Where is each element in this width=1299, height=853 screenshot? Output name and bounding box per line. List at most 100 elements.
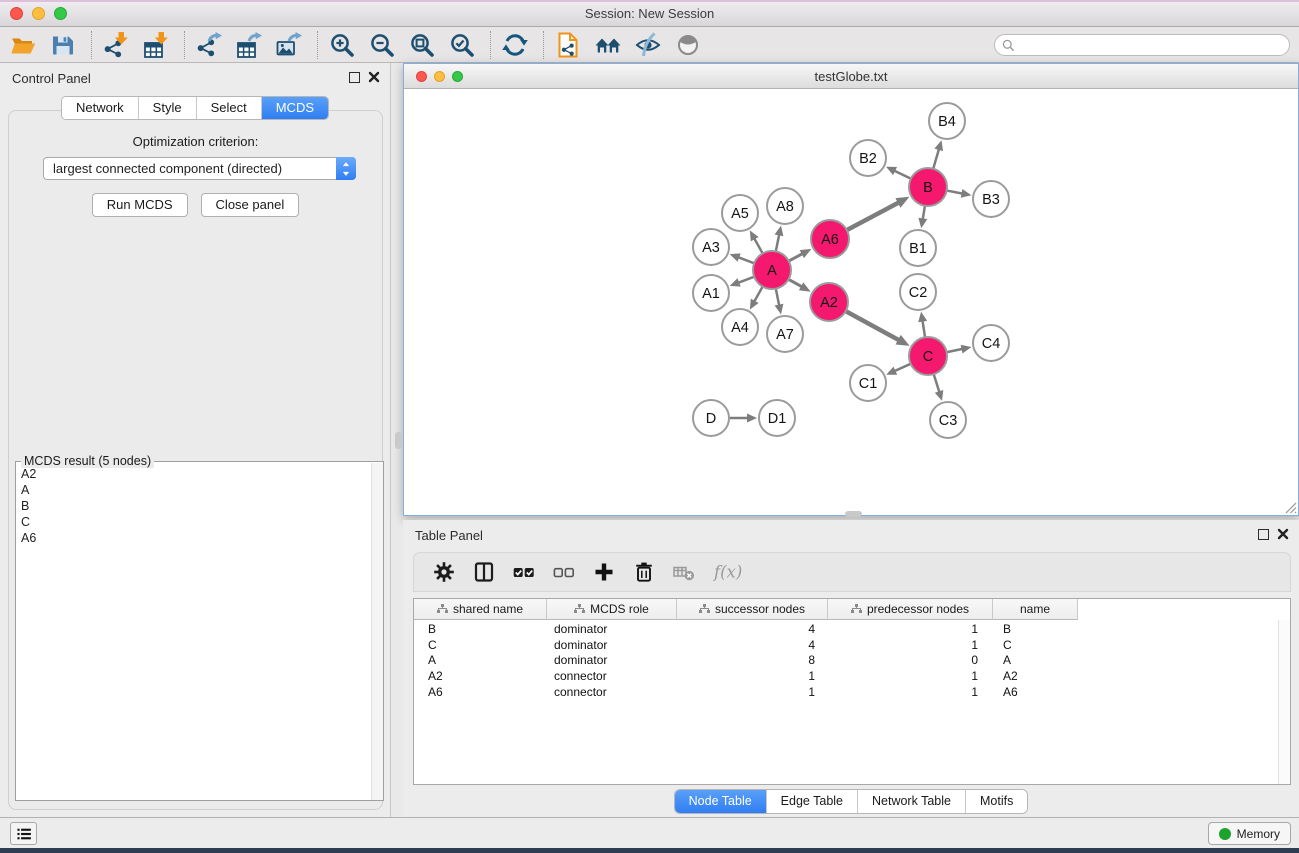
cell-predecessor-nodes[interactable]: 0 xyxy=(828,653,993,667)
cell-predecessor-nodes[interactable]: 1 xyxy=(828,638,993,652)
save-session-button[interactable] xyxy=(49,31,76,58)
mdi-horizontal-scrollbar[interactable] xyxy=(845,511,862,517)
graph-node-A5[interactable]: A5 xyxy=(722,195,758,231)
export-image-button[interactable] xyxy=(275,31,302,58)
graph-node-C[interactable]: C xyxy=(909,337,947,375)
cell-shared-name[interactable]: B xyxy=(414,622,547,636)
tab-node-table[interactable]: Node Table xyxy=(675,790,767,813)
tab-network[interactable]: Network xyxy=(62,97,139,119)
open-file-button[interactable] xyxy=(9,31,36,58)
graph-node-C1[interactable]: C1 xyxy=(850,365,886,401)
graph-node-A6[interactable]: A6 xyxy=(811,220,849,258)
cell-successor-nodes[interactable]: 4 xyxy=(677,638,828,652)
graph-node-A[interactable]: A xyxy=(753,251,791,289)
criterion-dropdown[interactable]: largest connected component (directed) xyxy=(43,157,356,180)
cell-predecessor-nodes[interactable]: 1 xyxy=(828,622,993,636)
column-header-MCDS-role[interactable]: MCDS role xyxy=(547,599,677,620)
table-row[interactable]: A6connector11A6 xyxy=(414,684,1278,700)
cell-name[interactable]: B xyxy=(993,622,1078,636)
graph-node-C2[interactable]: C2 xyxy=(900,274,936,310)
cell-MCDS-role[interactable]: dominator xyxy=(547,638,677,652)
run-mcds-button[interactable]: Run MCDS xyxy=(92,193,188,217)
tab-motifs[interactable]: Motifs xyxy=(966,790,1027,813)
cell-MCDS-role[interactable]: connector xyxy=(547,685,677,699)
graph-node-A3[interactable]: A3 xyxy=(693,229,729,265)
table-settings-button[interactable] xyxy=(432,561,455,584)
float-panel-icon[interactable] xyxy=(349,72,360,83)
zoom-fit-button[interactable] xyxy=(408,31,435,58)
close-panel-icon[interactable] xyxy=(368,71,380,83)
select-all-checkbox-button[interactable] xyxy=(512,561,535,584)
mcds-result-list[interactable]: A2ABCA6 xyxy=(16,463,371,800)
tab-style[interactable]: Style xyxy=(139,97,197,119)
split-view-button[interactable] xyxy=(472,561,495,584)
graph-node-D[interactable]: D xyxy=(693,400,729,436)
deselect-all-checkbox-button[interactable] xyxy=(552,561,575,584)
network-file-button[interactable] xyxy=(554,31,581,58)
graph-node-A4[interactable]: A4 xyxy=(722,309,758,345)
close-panel-button[interactable]: Close panel xyxy=(201,193,300,217)
show-graphics-details-button[interactable] xyxy=(674,31,701,58)
import-table-button[interactable] xyxy=(142,31,169,58)
mcds-result-item[interactable]: A xyxy=(21,482,371,498)
cell-predecessor-nodes[interactable]: 1 xyxy=(828,685,993,699)
cell-name[interactable]: A xyxy=(993,653,1078,667)
mdi-vertical-scrollbar[interactable] xyxy=(395,432,402,449)
table-row[interactable]: Cdominator41C xyxy=(414,637,1278,653)
graph-node-B[interactable]: B xyxy=(909,168,947,206)
column-header-shared-name[interactable]: shared name xyxy=(414,599,547,620)
cell-shared-name[interactable]: A6 xyxy=(414,685,547,699)
mcds-result-item[interactable]: A6 xyxy=(21,530,371,546)
tab-select[interactable]: Select xyxy=(197,97,262,119)
cell-successor-nodes[interactable]: 1 xyxy=(677,685,828,699)
graph-node-D1[interactable]: D1 xyxy=(759,400,795,436)
export-table-button[interactable] xyxy=(235,31,262,58)
export-network-button[interactable] xyxy=(195,31,222,58)
search-input[interactable] xyxy=(1015,36,1289,54)
task-history-button[interactable] xyxy=(10,822,37,845)
cell-shared-name[interactable]: A2 xyxy=(414,669,547,683)
tab-mcds[interactable]: MCDS xyxy=(262,97,328,119)
import-network-button[interactable] xyxy=(102,31,129,58)
cell-successor-nodes[interactable]: 8 xyxy=(677,653,828,667)
graph-node-A1[interactable]: A1 xyxy=(693,275,729,311)
network-manager-button[interactable] xyxy=(594,31,621,58)
zoom-out-button[interactable] xyxy=(368,31,395,58)
column-header-successor-nodes[interactable]: successor nodes xyxy=(677,599,828,620)
search-box[interactable] xyxy=(994,34,1290,56)
tab-network-table[interactable]: Network Table xyxy=(858,790,966,813)
graph-node-B3[interactable]: B3 xyxy=(973,181,1009,217)
graph-node-A8[interactable]: A8 xyxy=(767,188,803,224)
column-header-predecessor-nodes[interactable]: predecessor nodes xyxy=(828,599,993,620)
cell-MCDS-role[interactable]: dominator xyxy=(547,653,677,667)
hide-panels-button[interactable] xyxy=(634,31,661,58)
mcds-result-item[interactable]: B xyxy=(21,498,371,514)
graph-node-A2[interactable]: A2 xyxy=(810,283,848,321)
cell-MCDS-role[interactable]: connector xyxy=(547,669,677,683)
table-float-panel-icon[interactable] xyxy=(1258,529,1269,540)
cell-successor-nodes[interactable]: 4 xyxy=(677,622,828,636)
resize-grip-icon[interactable] xyxy=(1282,499,1297,514)
network-canvas[interactable]: B4B2BB3A8A5A6A3B1AA1C2A2A4A7C4CC1C3DD1 xyxy=(404,89,1298,515)
graph-node-A7[interactable]: A7 xyxy=(767,316,803,352)
memory-button[interactable]: Memory xyxy=(1208,822,1291,845)
table-row[interactable]: A2connector11A2 xyxy=(414,668,1278,684)
mcds-result-scrollbar[interactable] xyxy=(371,463,383,800)
table-close-panel-icon[interactable] xyxy=(1277,528,1289,540)
network-window-titlebar[interactable]: testGlobe.txt xyxy=(404,64,1298,89)
cell-predecessor-nodes[interactable]: 1 xyxy=(828,669,993,683)
add-column-button[interactable] xyxy=(592,561,615,584)
delete-row-button[interactable] xyxy=(632,561,655,584)
column-header-name[interactable]: name xyxy=(993,599,1078,620)
mcds-result-item[interactable]: A2 xyxy=(21,466,371,482)
tab-edge-table[interactable]: Edge Table xyxy=(767,790,858,813)
cell-name[interactable]: A2 xyxy=(993,669,1078,683)
cell-shared-name[interactable]: C xyxy=(414,638,547,652)
table-row[interactable]: Adominator80A xyxy=(414,652,1278,668)
table-row[interactable]: Bdominator41B xyxy=(414,621,1278,637)
cell-name[interactable]: C xyxy=(993,638,1078,652)
cell-MCDS-role[interactable]: dominator xyxy=(547,622,677,636)
cell-shared-name[interactable]: A xyxy=(414,653,547,667)
refresh-layout-button[interactable] xyxy=(501,31,528,58)
graph-node-C4[interactable]: C4 xyxy=(973,325,1009,361)
